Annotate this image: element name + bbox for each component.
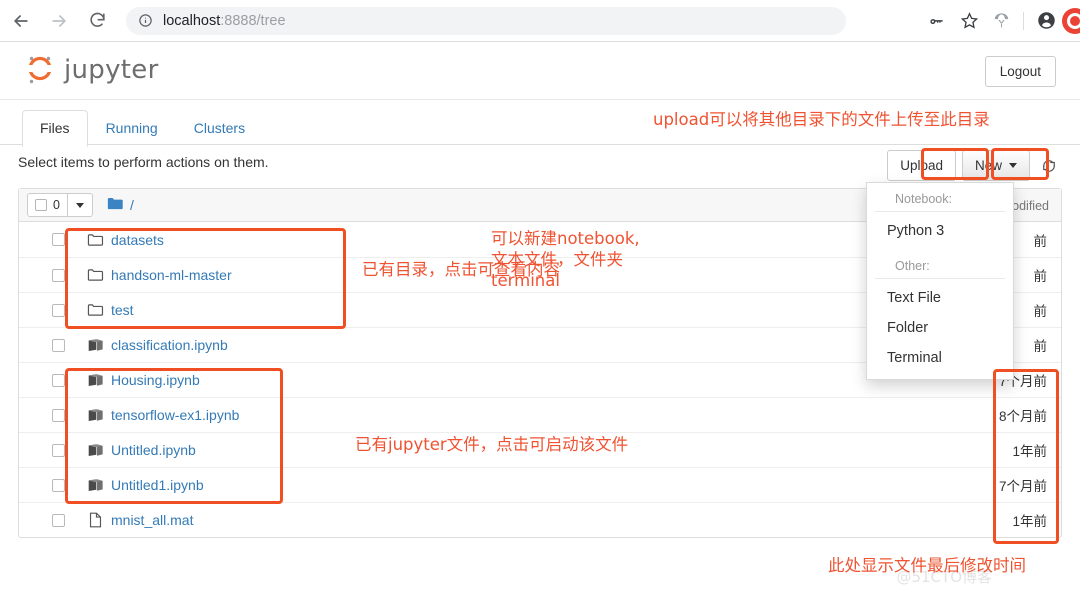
menu-divider-gap <box>867 246 1013 255</box>
file-modified-time: 前 <box>1033 269 1048 284</box>
back-arrow-icon[interactable] <box>4 4 38 38</box>
notebook-icon <box>85 408 105 423</box>
tab-files[interactable]: Files <box>22 110 88 147</box>
address-bar[interactable]: localhost:8888/tree <box>126 6 846 35</box>
row-checkbox[interactable] <box>52 513 65 527</box>
select-all-dropdown[interactable] <box>67 193 93 217</box>
file-name-link[interactable]: tensorflow-ex1.ipynb <box>111 407 239 423</box>
checkbox-icon <box>35 199 47 211</box>
select-all-checkbox[interactable]: 0 <box>27 193 68 217</box>
menu-item-folder[interactable]: Folder <box>867 313 1013 343</box>
file-modified-time: 1年前 <box>1012 444 1047 459</box>
extension-badge-icon[interactable] <box>1062 7 1080 34</box>
jupyter-logo-icon <box>24 52 56 88</box>
menu-item-python3[interactable]: Python 3 <box>867 216 1013 246</box>
file-modified-time: 1年前 <box>1012 514 1047 529</box>
toolbar-divider <box>1023 11 1024 30</box>
file-modified-time: 7个月前 <box>998 479 1047 494</box>
parachute-icon[interactable] <box>985 5 1017 37</box>
new-dropdown-menu: Notebook: Python 3 Other: Text File Fold… <box>866 182 1014 380</box>
table-row[interactable]: Untitled1.ipynb 7个月前 <box>19 467 1061 502</box>
tab-clusters[interactable]: Clusters <box>176 110 263 147</box>
file-actions: Upload New <box>887 150 1062 181</box>
star-icon[interactable] <box>953 5 985 37</box>
jupyter-header: jupyter Logout <box>0 42 1080 100</box>
folder-outline-icon <box>85 303 105 317</box>
notebook-icon <box>85 443 105 458</box>
info-circle-icon[interactable] <box>138 13 153 28</box>
folder-outline-icon <box>85 268 105 282</box>
row-checkbox[interactable] <box>52 443 65 457</box>
notebook-icon <box>85 373 105 388</box>
profile-avatar-icon[interactable] <box>1030 5 1062 37</box>
file-name-link[interactable]: handson-ml-master <box>111 267 232 283</box>
file-name-link[interactable]: datasets <box>111 232 164 248</box>
file-name-link[interactable]: classification.ipynb <box>111 337 228 353</box>
annotation-new-note: 可以新建notebook, 文本文件，文件夹 terminal <box>491 228 640 291</box>
tab-strip: Files Running Clusters <box>22 110 263 147</box>
row-checkbox[interactable] <box>52 268 65 282</box>
key-icon[interactable] <box>921 5 953 37</box>
file-name-link[interactable]: Housing.ipynb <box>111 372 200 388</box>
reload-icon[interactable] <box>80 4 114 38</box>
row-checkbox[interactable] <box>52 233 65 246</box>
file-modified-time: 8个月前 <box>998 409 1047 424</box>
url-host: localhost <box>163 12 221 29</box>
row-checkbox[interactable] <box>52 408 65 422</box>
select-items-hint: Select items to perform actions on them. <box>18 154 269 170</box>
file-modified-time: 前 <box>1033 339 1048 354</box>
folder-outline-icon <box>85 233 105 247</box>
file-modified-time: 前 <box>1033 304 1048 319</box>
breadcrumb[interactable]: / <box>107 197 134 214</box>
annotation-new-note-line1: 可以新建notebook, <box>491 229 640 248</box>
annotation-notebooks-note: 已有jupyter文件，点击可启动该文件 <box>355 435 629 454</box>
notebook-icon <box>85 478 105 493</box>
select-all-group: 0 <box>27 193 93 217</box>
browser-toolbar: localhost:8888/tree <box>0 0 1080 41</box>
jupyter-logo[interactable]: jupyter <box>24 52 159 88</box>
file-name-link[interactable]: Untitled.ipynb <box>111 442 196 458</box>
file-name-link[interactable]: mnist_all.mat <box>111 512 193 528</box>
row-checkbox[interactable] <box>52 303 65 317</box>
menu-header-notebook: Notebook: <box>875 188 1005 212</box>
menu-header-other: Other: <box>875 255 1005 279</box>
new-button-label: New <box>974 158 1002 173</box>
annotation-upload-note: upload可以将其他目录下的文件上传至此目录 <box>653 110 990 129</box>
chevron-down-icon <box>75 202 84 208</box>
annotation-new-note-line3: terminal <box>491 271 560 290</box>
menu-item-text-file[interactable]: Text File <box>867 283 1013 313</box>
address-bar-url: localhost:8888/tree <box>163 13 286 29</box>
refresh-button[interactable] <box>1036 151 1062 180</box>
annotation-modified-note: 此处显示文件最后修改时间 <box>828 556 1026 575</box>
row-checkbox[interactable] <box>52 478 65 492</box>
url-path: :8888/tree <box>220 12 286 29</box>
folder-icon <box>107 197 124 214</box>
table-row[interactable]: mnist_all.mat 1年前 <box>19 502 1061 537</box>
annotation-new-note-line2: 文本文件，文件夹 <box>491 250 623 269</box>
upload-button[interactable]: Upload <box>887 150 956 181</box>
browser-actions <box>921 0 1080 41</box>
forward-arrow-icon[interactable] <box>42 4 76 38</box>
tab-running[interactable]: Running <box>88 110 176 147</box>
chevron-down-icon <box>1009 163 1017 168</box>
file-modified-time: 前 <box>1033 233 1048 249</box>
new-button[interactable]: New <box>961 150 1030 181</box>
jupyter-brand-text: jupyter <box>64 55 159 85</box>
file-name-link[interactable]: Untitled1.ipynb <box>111 477 204 493</box>
menu-item-terminal[interactable]: Terminal <box>867 343 1013 373</box>
file-icon <box>85 512 105 528</box>
file-name-link[interactable]: test <box>111 302 134 318</box>
breadcrumb-root[interactable]: / <box>130 197 134 213</box>
row-checkbox[interactable] <box>52 338 65 352</box>
notebook-icon <box>85 338 105 353</box>
logout-button[interactable]: Logout <box>984 56 1056 87</box>
selected-count: 0 <box>53 198 60 212</box>
table-row[interactable]: tensorflow-ex1.ipynb 8个月前 <box>19 397 1061 432</box>
row-checkbox[interactable] <box>52 373 65 387</box>
